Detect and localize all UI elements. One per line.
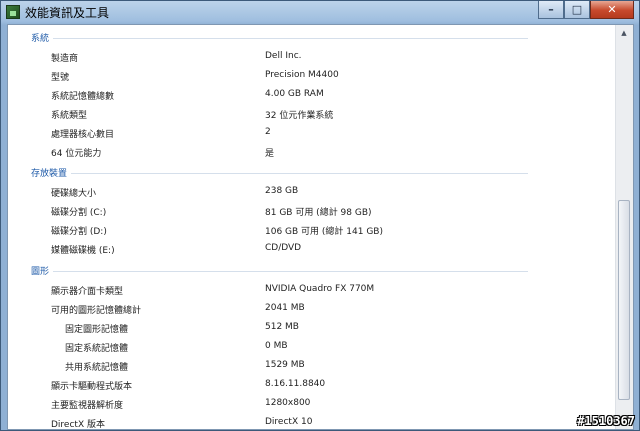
section-header-storage: 存放裝置 [31, 164, 528, 180]
info-row: 硬碟總大小 238 GB [8, 183, 618, 201]
section-title: 圖形 [31, 264, 54, 277]
row-label: 硬碟總大小 [51, 189, 97, 199]
row-label: 媒體磁碟機 (E:) [51, 246, 115, 256]
watermark-text: #1510367 [577, 414, 635, 428]
row-label: 磁碟分割 (D:) [51, 227, 107, 237]
section-title: 系統 [31, 31, 54, 44]
row-label: 固定圖形記憶體 [65, 325, 129, 335]
row-value: 1529 MB [265, 360, 305, 370]
scroll-up-icon[interactable]: ▲ [618, 26, 630, 40]
row-value: Precision M4400 [265, 70, 339, 80]
row-value: 0 MB [265, 341, 288, 351]
row-label: 處理器核心數目 [51, 130, 115, 140]
maximize-button[interactable]: □ [564, 1, 590, 19]
row-value: 32 位元作業系統 [265, 111, 334, 121]
row-value: NVIDIA Quadro FX 770M [265, 284, 375, 294]
row-label: 磁碟分割 (C:) [51, 208, 107, 218]
info-row: 媒體磁碟機 (E:) CD/DVD [8, 240, 618, 258]
row-value: 2041 MB [265, 303, 305, 313]
vertical-scrollbar[interactable]: ▲ ▼ [615, 25, 633, 429]
info-row: 固定系統記憶體 0 MB [8, 338, 618, 356]
row-value: DirectX 10 [265, 417, 313, 427]
info-row: 可用的圖形記憶體總計 2041 MB [8, 300, 618, 318]
row-label: 系統類型 [51, 111, 88, 121]
row-value: 1280x800 [265, 398, 311, 408]
info-row: 共用系統記憶體 1529 MB [8, 357, 618, 375]
row-value: 238 GB [265, 186, 299, 196]
minimize-button[interactable]: – [538, 1, 564, 19]
row-value: Dell Inc. [265, 51, 302, 61]
row-value: CD/DVD [265, 243, 302, 253]
row-value: 是 [265, 149, 275, 159]
info-row: 顯示卡驅動程式版本 8.16.11.8840 [8, 376, 618, 394]
info-row: 系統記憶體總數 4.00 GB RAM [8, 86, 618, 104]
info-row: 顯示器介面卡類型 NVIDIA Quadro FX 770M [8, 281, 618, 299]
row-value: 8.16.11.8840 [265, 379, 326, 389]
info-row: DirectX 版本 DirectX 10 [8, 414, 618, 430]
window-title: 效能資訊及工具 [25, 6, 110, 20]
row-label: 主要監視器解析度 [51, 401, 124, 411]
info-row: 處理器核心數目 2 [8, 124, 618, 142]
info-row: 磁碟分割 (C:) 81 GB 可用 (總計 98 GB) [8, 202, 618, 220]
row-value: 106 GB 可用 (總計 141 GB) [265, 227, 383, 237]
row-label: 顯示卡驅動程式版本 [51, 382, 133, 392]
info-row: 64 位元能力 是 [8, 143, 618, 161]
info-row: 固定圖形記憶體 512 MB [8, 319, 618, 337]
title-bar[interactable]: 效能資訊及工具 – □ ✕ [1, 1, 639, 23]
info-row: 磁碟分割 (D:) 106 GB 可用 (總計 141 GB) [8, 221, 618, 239]
row-label: 可用的圖形記憶體總計 [51, 306, 142, 316]
details-content: 系統 製造商 Dell Inc. 型號 Precision M4400 系統記憶… [8, 25, 618, 430]
section-header-system: 系統 [31, 29, 528, 45]
scroll-thumb[interactable] [618, 200, 630, 400]
row-label: DirectX 版本 [51, 420, 105, 430]
section-header-graphics: 圖形 [31, 262, 528, 278]
row-label: 64 位元能力 [51, 149, 102, 159]
row-value: 81 GB 可用 (總計 98 GB) [265, 208, 372, 218]
row-value: 4.00 GB RAM [265, 89, 324, 99]
performance-info-window: 效能資訊及工具 – □ ✕ 系統 製造商 Dell Inc. 型號 Precis… [0, 0, 640, 431]
row-label: 共用系統記憶體 [65, 363, 129, 373]
row-label: 系統記憶體總數 [51, 92, 115, 102]
info-row: 系統類型 32 位元作業系統 [8, 105, 618, 123]
performance-app-icon [6, 5, 20, 19]
row-value: 512 MB [265, 322, 299, 332]
row-label: 顯示器介面卡類型 [51, 287, 124, 297]
row-label: 固定系統記憶體 [65, 344, 129, 354]
details-panel: 系統 製造商 Dell Inc. 型號 Precision M4400 系統記憶… [7, 24, 634, 430]
info-row: 主要監視器解析度 1280x800 [8, 395, 618, 413]
row-label: 製造商 [51, 54, 79, 64]
row-value: 2 [265, 127, 271, 137]
section-title: 存放裝置 [31, 166, 72, 179]
caption-buttons: – □ ✕ [538, 1, 634, 20]
row-label: 型號 [51, 73, 70, 83]
info-row: 型號 Precision M4400 [8, 67, 618, 85]
info-row: 製造商 Dell Inc. [8, 48, 618, 66]
close-button[interactable]: ✕ [590, 1, 634, 19]
